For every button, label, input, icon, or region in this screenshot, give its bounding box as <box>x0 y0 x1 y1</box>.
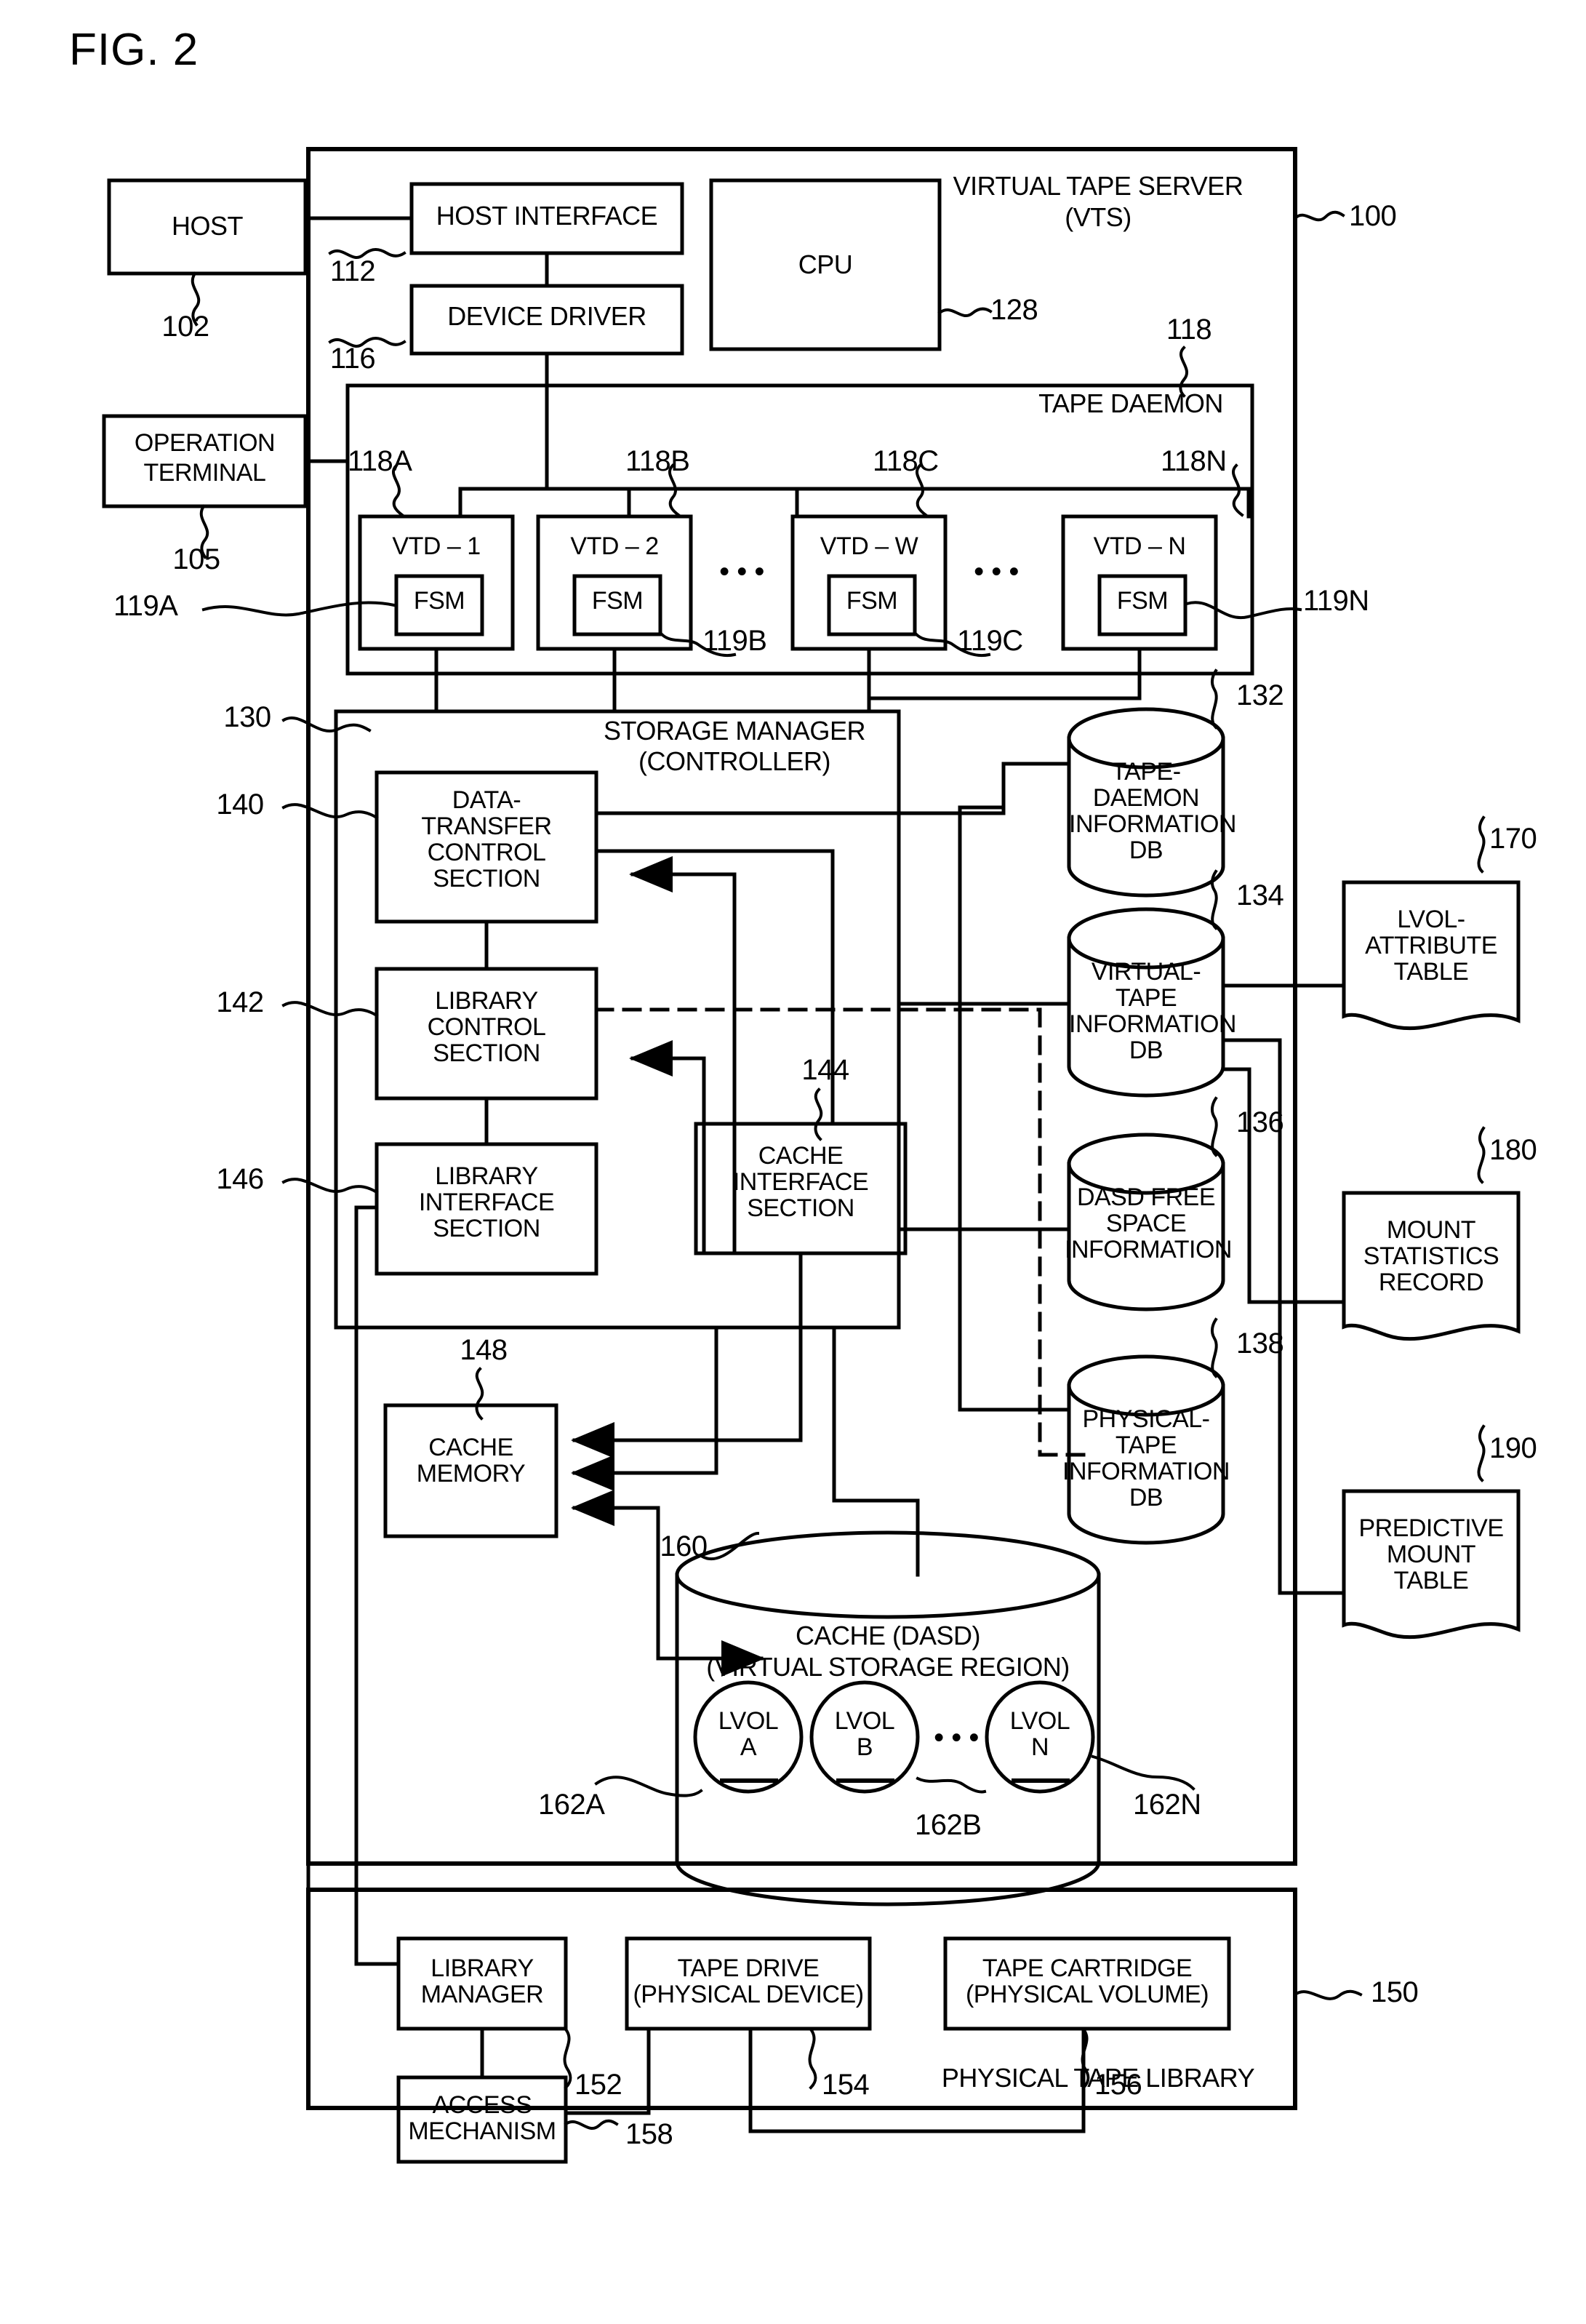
ref-138: 138 <box>1236 1327 1284 1359</box>
storage-manager-title-line1: STORAGE MANAGER <box>604 716 865 746</box>
vtd-ellipsis-1: • • • <box>719 556 764 588</box>
vtd-1-label: VTD – 1 <box>392 532 481 560</box>
ref-162B: 162B <box>915 1809 982 1841</box>
figure-canvas: FIG. 2 HOST 102 OPERATION TERMINAL 105 H… <box>0 0 1586 2324</box>
data-transfer-control-section-label: DATA- TRANSFER CONTROL SECTION <box>421 786 552 893</box>
host-interface-label: HOST INTERFACE <box>436 201 658 231</box>
cache-interface-section-label: CACHE INTERFACE SECTION <box>732 1142 869 1223</box>
ref-119A: 119A <box>113 590 178 622</box>
ref-119C: 119C <box>957 625 1023 657</box>
ref-140: 140 <box>216 788 264 820</box>
ref-150: 150 <box>1371 1976 1419 2008</box>
operation-terminal-label-line2: TERMINAL <box>143 459 266 487</box>
ref-162N: 162N <box>1133 1789 1201 1821</box>
physical-tape-library-title: PHYSICAL TAPE LIBRARY <box>941 2063 1255 2093</box>
tape-drive-label: TAPE DRIVE (PHYSICAL DEVICE) <box>633 1954 864 2009</box>
operation-terminal-label-line1: OPERATION <box>134 429 276 457</box>
ref-142: 142 <box>216 986 264 1018</box>
lvol-b-label: LVOL B <box>834 1707 895 1762</box>
cache-dasd-label-line1: CACHE (DASD) <box>795 1621 981 1650</box>
vtd-n-label: VTD – N <box>1093 532 1186 560</box>
ref-152: 152 <box>574 2069 622 2101</box>
vtd-w-label: VTD – W <box>820 532 918 560</box>
ref-144: 144 <box>801 1054 849 1086</box>
access-mechanism-label: ACCESS MECHANISM <box>408 2091 556 2146</box>
vts-title-line1: VIRTUAL TAPE SERVER <box>953 171 1243 201</box>
vts-title-line2: (VTS) <box>1065 202 1132 232</box>
cache-dasd-label-line2: (VIRTUAL STORAGE REGION) <box>706 1652 1070 1682</box>
ref-118C: 118C <box>873 445 939 477</box>
fsm-label-2: FSM <box>591 587 644 615</box>
library-interface-section-label: LIBRARY INTERFACE SECTION <box>418 1162 555 1243</box>
fsm-label-w: FSM <box>846 587 898 615</box>
tape-daemon-db-label: TAPE-DAEMON INFORMATION DB <box>1069 758 1236 865</box>
fsm-label-n: FSM <box>1116 587 1169 615</box>
ref-162A: 162A <box>538 1789 605 1821</box>
physical-tape-db-label: PHYSICAL-TAPE INFORMATION DB <box>1062 1405 1230 1512</box>
device-driver-label: DEVICE DRIVER <box>447 301 646 331</box>
storage-manager-title-line2: (CONTROLLER) <box>638 746 831 776</box>
tape-cartridge-label: TAPE CARTRIDGE (PHYSICAL VOLUME) <box>965 1954 1209 2009</box>
library-manager-label: LIBRARY MANAGER <box>420 1954 544 2009</box>
ref-128: 128 <box>990 294 1038 326</box>
ref-130: 130 <box>223 701 271 733</box>
ref-118N: 118N <box>1161 445 1227 477</box>
ref-100: 100 <box>1349 200 1397 232</box>
ref-118: 118 <box>1166 314 1212 346</box>
lvol-a-label: LVOL A <box>718 1707 779 1762</box>
ref-180: 180 <box>1489 1134 1537 1166</box>
ref-146: 146 <box>216 1163 264 1195</box>
fsm-label-1: FSM <box>413 587 465 615</box>
ref-154: 154 <box>822 2069 870 2101</box>
library-control-section-label: LIBRARY CONTROL SECTION <box>427 987 546 1068</box>
predictive-mount-table-label: PREDICTIVE MOUNT TABLE <box>1358 1514 1504 1595</box>
ref-119N: 119N <box>1303 585 1369 617</box>
host-block-label: HOST <box>171 211 244 241</box>
ref-105: 105 <box>172 543 220 575</box>
ref-158: 158 <box>625 2118 673 2150</box>
vtd-ellipsis-2: • • • <box>974 556 1019 588</box>
mount-statistics-record-label: MOUNT STATISTICS RECORD <box>1363 1216 1499 1297</box>
ref-132: 132 <box>1236 679 1284 711</box>
lvol-n-label: LVOL N <box>1009 1707 1070 1762</box>
ref-160: 160 <box>660 1530 708 1562</box>
figure-title: FIG. 2 <box>69 25 199 75</box>
ref-116: 116 <box>329 343 376 375</box>
ref-136: 136 <box>1236 1106 1284 1138</box>
lvol-ellipsis: • • • <box>934 1722 979 1754</box>
dasd-free-space-label: DASD FREE SPACE INFORMATION <box>1065 1183 1232 1264</box>
cache-memory-label: CACHE MEMORY <box>416 1434 526 1488</box>
vtd-2-label: VTD – 2 <box>570 532 659 560</box>
ref-119B: 119B <box>702 625 767 657</box>
cpu-label: CPU <box>798 249 853 279</box>
ref-190: 190 <box>1489 1432 1537 1464</box>
ref-102: 102 <box>161 311 209 343</box>
ref-148: 148 <box>460 1334 508 1366</box>
ref-170: 170 <box>1489 823 1537 855</box>
lvol-attribute-table-label: LVOL- ATTRIBUTE TABLE <box>1365 906 1497 986</box>
ref-118A: 118A <box>348 445 412 477</box>
ref-134: 134 <box>1236 879 1284 911</box>
tape-daemon-title: TAPE DAEMON <box>1038 388 1223 418</box>
ref-118B: 118B <box>625 445 690 477</box>
ref-112: 112 <box>329 255 376 287</box>
virtual-tape-db-label: VIRTUAL-TAPE INFORMATION DB <box>1069 958 1236 1065</box>
